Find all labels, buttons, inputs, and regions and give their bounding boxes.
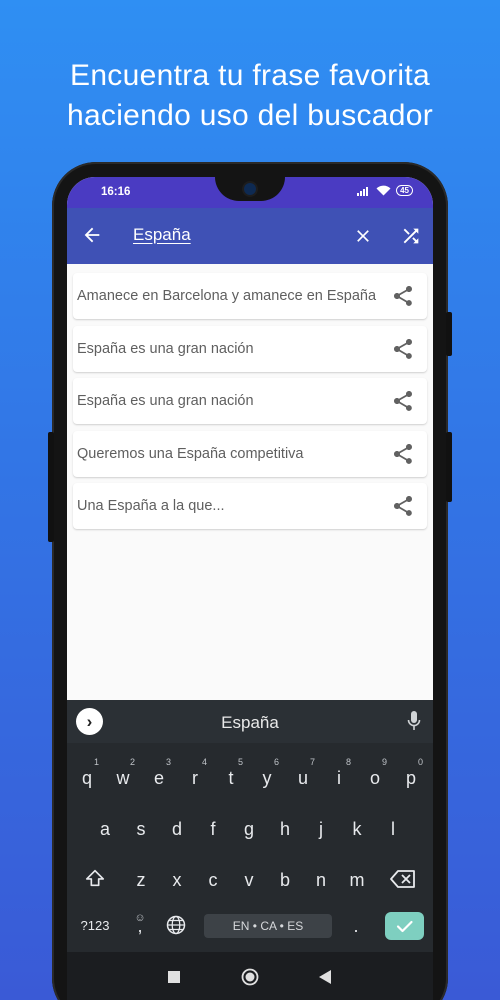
result-card[interactable]: España es una gran nación (73, 378, 427, 424)
left-side-button (48, 432, 54, 542)
signal-icon (357, 186, 369, 196)
close-icon[interactable] (353, 226, 373, 246)
suggestion-bar: › España (67, 700, 433, 743)
suggestion-word[interactable]: España (67, 713, 433, 733)
shuffle-icon[interactable] (400, 225, 422, 247)
key-c[interactable]: c (195, 854, 231, 902)
comma-key[interactable]: ☺ , (123, 900, 157, 948)
battery-icon: 45 (396, 185, 413, 196)
key-b[interactable]: b (267, 854, 303, 902)
backspace-key[interactable] (385, 854, 421, 902)
key-h[interactable]: h (267, 803, 303, 851)
emoji-hint-icon: ☺ (134, 912, 146, 924)
headline-line-2: haciendo uso del buscador (66, 99, 434, 132)
share-icon[interactable] (391, 284, 415, 308)
headline-line-1: Encuentra tu frase favorita (70, 59, 430, 92)
period-key[interactable]: . (339, 900, 373, 948)
key-row-3: z x c v b n m (67, 854, 433, 902)
wifi-icon (376, 185, 391, 196)
key-w[interactable]: w2 (105, 752, 141, 800)
result-card[interactable]: España es una gran nación (73, 325, 427, 372)
key-g[interactable]: g (231, 803, 267, 851)
camera-icon (244, 183, 256, 195)
status-icons: 45 (357, 185, 413, 196)
key-q[interactable]: q1 (69, 752, 105, 800)
key-m[interactable]: m (339, 854, 375, 902)
key-e[interactable]: e3 (141, 752, 177, 800)
result-text: España es una gran nación (77, 340, 254, 357)
key-t[interactable]: t5 (213, 752, 249, 800)
key-r[interactable]: r4 (177, 752, 213, 800)
volume-button (446, 312, 452, 356)
soft-keyboard: › España q1 w2 e3 r4 t5 y6 u7 i8 o9 p0 a… (67, 700, 433, 952)
key-i[interactable]: i8 (321, 752, 357, 800)
key-x[interactable]: x (159, 854, 195, 902)
key-o[interactable]: o9 (357, 752, 393, 800)
key-n[interactable]: n (303, 854, 339, 902)
result-text: España es una gran nación (77, 393, 254, 409)
headline: Encuentra tu frase favorita haciendo uso… (0, 56, 500, 136)
key-k[interactable]: k (339, 803, 375, 851)
language-key[interactable] (159, 900, 193, 948)
key-d[interactable]: d (159, 803, 195, 851)
space-bar[interactable]: EN • CA • ES (204, 914, 332, 938)
result-card[interactable]: Una España a la que... (73, 483, 427, 529)
power-button (446, 432, 452, 502)
key-v[interactable]: v (231, 854, 267, 902)
globe-icon (166, 915, 186, 935)
key-s[interactable]: s (123, 803, 159, 851)
result-card[interactable]: Queremos una España competitiva (73, 430, 427, 477)
key-u[interactable]: u7 (285, 752, 321, 800)
phone-screen: 16:16 45 España Amanece en Barcelona y a… (67, 177, 433, 1000)
mic-icon[interactable] (407, 711, 421, 731)
enter-key[interactable] (385, 912, 424, 940)
status-bar: 16:16 45 (67, 177, 433, 208)
key-row-1: q1 w2 e3 r4 t5 y6 u7 i8 o9 p0 (67, 752, 433, 800)
results-list: Amanece en Barcelona y amanece en España… (67, 264, 433, 529)
key-y[interactable]: y6 (249, 752, 285, 800)
symbols-key[interactable]: ?123 (73, 900, 117, 948)
result-card[interactable]: Amanece en Barcelona y amanece en España (73, 273, 427, 319)
key-l[interactable]: l (375, 803, 411, 851)
home-icon[interactable] (241, 968, 259, 986)
arrow-back-icon[interactable] (81, 224, 103, 246)
key-row-4: ?123 ☺ , EN • CA • ES . (67, 900, 433, 952)
key-f[interactable]: f (195, 803, 231, 851)
shift-icon (85, 869, 105, 887)
search-input[interactable]: España (133, 225, 191, 245)
check-icon (396, 920, 413, 933)
result-text: Queremos una España competitiva (77, 445, 304, 462)
navigation-bar (67, 952, 433, 1000)
back-nav-icon[interactable] (319, 970, 331, 984)
share-icon[interactable] (391, 337, 415, 361)
result-text: Una España a la que... (77, 498, 225, 514)
key-row-2: a s d f g h j k l (67, 803, 433, 851)
share-icon[interactable] (391, 389, 415, 413)
recents-icon[interactable] (168, 971, 180, 983)
status-time: 16:16 (101, 186, 131, 198)
result-text: Amanece en Barcelona y amanece en España (77, 288, 377, 304)
key-p[interactable]: p0 (393, 752, 429, 800)
app-bar: España (67, 208, 433, 264)
shift-key[interactable] (77, 854, 113, 902)
key-a[interactable]: a (87, 803, 123, 851)
share-icon[interactable] (391, 442, 415, 466)
backspace-icon (390, 870, 415, 888)
key-j[interactable]: j (303, 803, 339, 851)
share-icon[interactable] (391, 494, 415, 518)
